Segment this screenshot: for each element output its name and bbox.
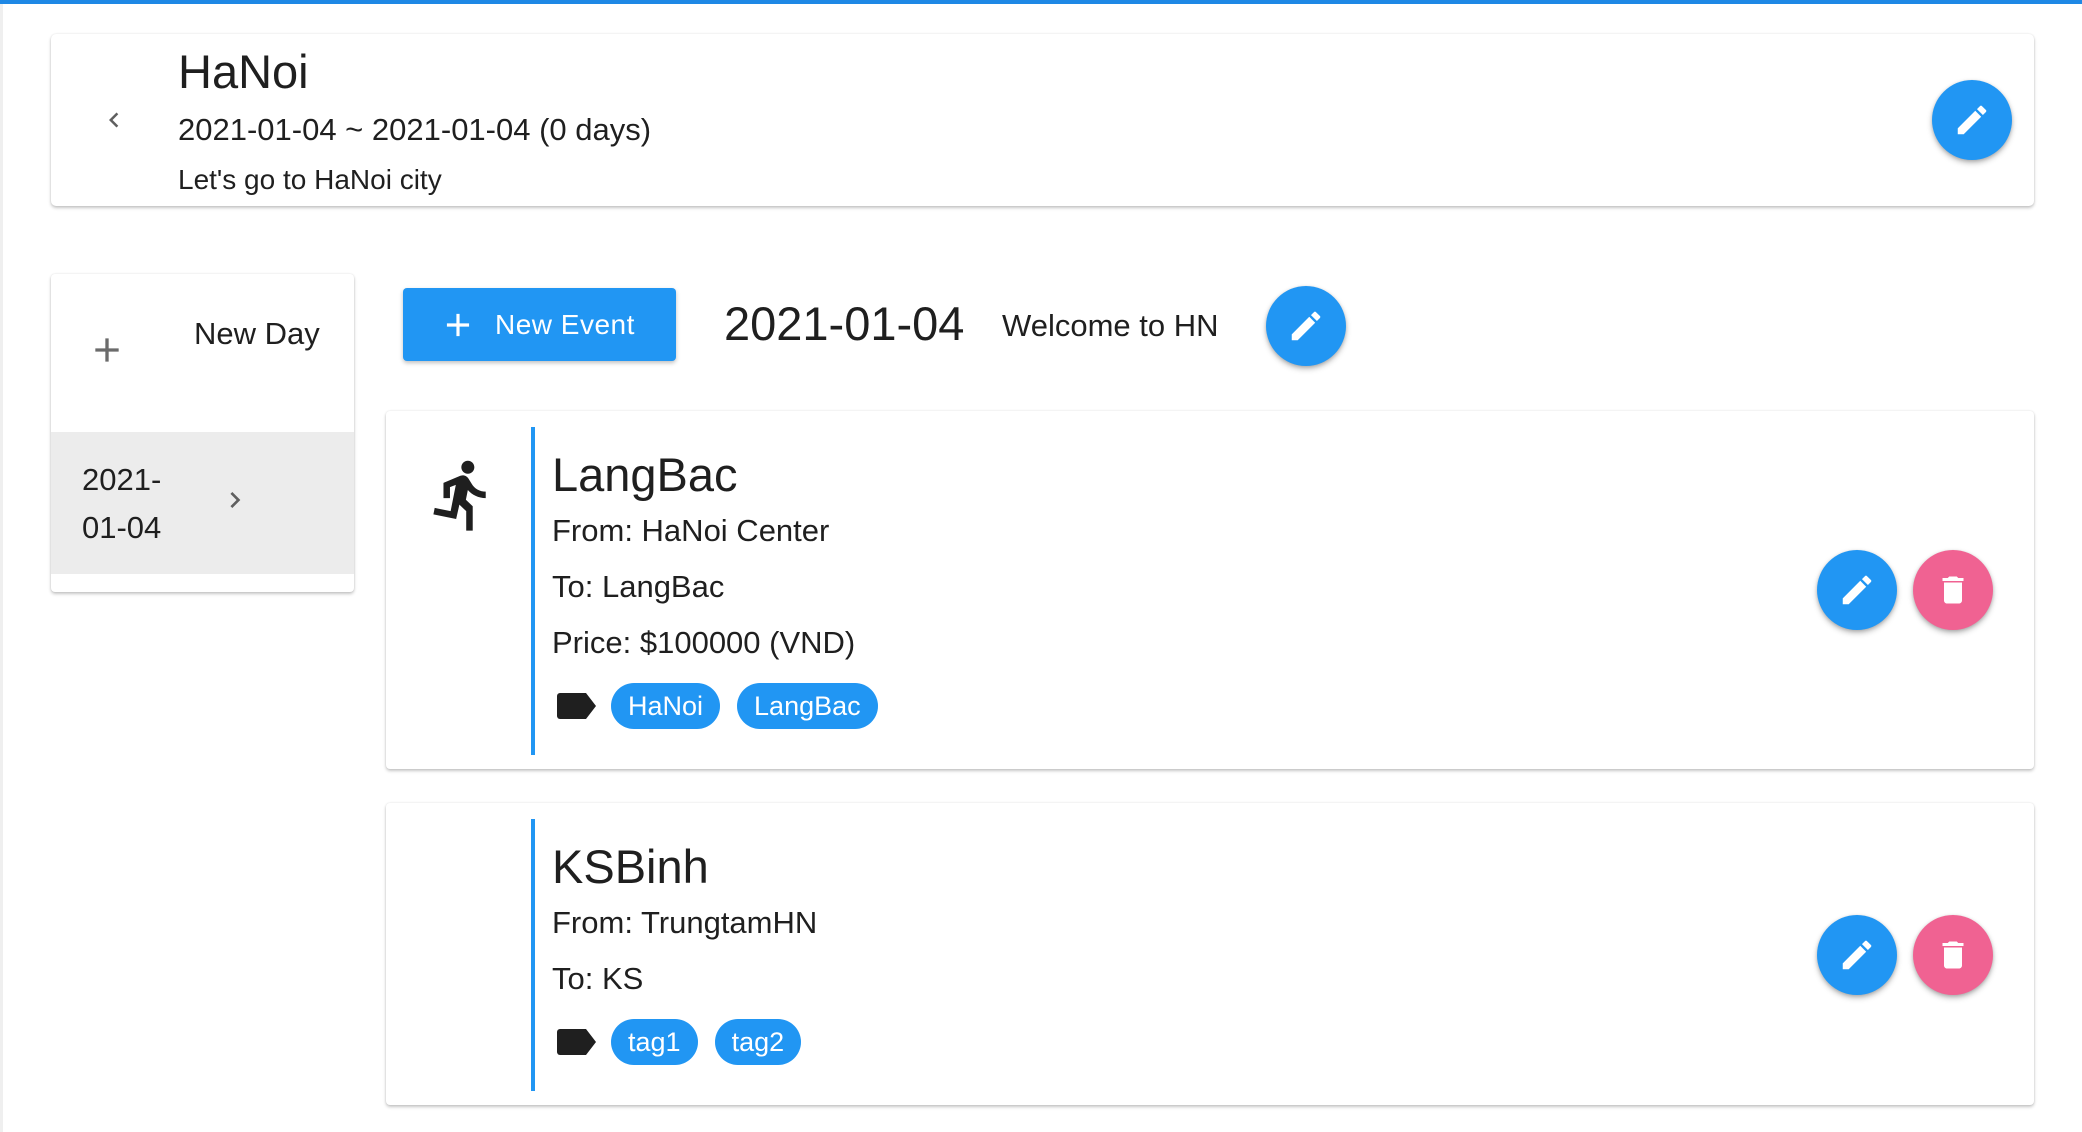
pencil-icon [1838, 936, 1876, 974]
trip-description: Let's go to HaNoi city [178, 164, 442, 195]
plus-icon [439, 306, 477, 344]
tag-chip[interactable]: LangBac [737, 683, 878, 729]
event-accent-bar [531, 819, 535, 1091]
tag-chip[interactable]: tag2 [714, 1019, 802, 1065]
event-to: To: KS [552, 961, 644, 996]
event-to: To: LangBac [552, 569, 725, 604]
event-card: KSBinh From: TrungtamHN To: KS tag1 tag2 [386, 803, 2034, 1105]
plus-icon [87, 330, 127, 375]
back-button[interactable] [90, 96, 138, 144]
event-tags: tag1 tag2 [556, 1019, 818, 1065]
new-day-button[interactable]: New Day [51, 274, 354, 432]
trip-title: HaNoi [178, 45, 309, 98]
edit-event-button[interactable] [1817, 915, 1897, 995]
new-event-label: New Event [495, 308, 635, 340]
tag-chip[interactable]: HaNoi [611, 683, 721, 729]
edit-event-button[interactable] [1817, 550, 1897, 630]
run-icon [424, 445, 502, 550]
pencil-icon [1287, 307, 1325, 345]
chevron-left-icon [99, 105, 129, 135]
tag-icon [556, 690, 598, 722]
sidebar-day-label: 2021-01-04 [82, 462, 162, 545]
event-from: From: HaNoi Center [552, 513, 830, 548]
edit-day-button[interactable] [1266, 286, 1346, 366]
days-sidebar: New Day 2021-01-04 [51, 274, 354, 592]
tag-chip[interactable]: tag1 [611, 1019, 698, 1065]
event-card: LangBac From: HaNoi Center To: LangBac P… [386, 411, 2034, 769]
day-title: Welcome to HN [1002, 308, 1219, 343]
new-day-label: New Day [194, 316, 320, 351]
event-title: KSBinh [552, 840, 709, 893]
pencil-icon [1838, 571, 1876, 609]
chevron-right-icon [219, 484, 251, 521]
pencil-icon [1953, 101, 1991, 139]
event-from: From: TrungtamHN [552, 905, 818, 940]
trip-date-range: 2021-01-04 ~ 2021-01-04 (0 days) [178, 112, 652, 147]
top-accent-bar [0, 0, 2082, 4]
event-price: Price: $100000 (VND) [552, 625, 856, 660]
day-date: 2021-01-04 [724, 297, 965, 350]
event-title: LangBac [552, 448, 738, 501]
edit-trip-button[interactable] [1932, 80, 2012, 160]
event-accent-bar [531, 427, 535, 755]
trash-icon [1935, 937, 1971, 973]
left-edge-divider [0, 4, 3, 1132]
delete-event-button[interactable] [1913, 915, 1993, 995]
sidebar-day-item[interactable]: 2021-01-04 [51, 432, 354, 574]
new-event-button[interactable]: New Event [403, 288, 676, 361]
tag-icon [556, 1026, 598, 1058]
event-tags: HaNoi LangBac [556, 683, 895, 729]
trash-icon [1935, 572, 1971, 608]
delete-event-button[interactable] [1913, 550, 1993, 630]
